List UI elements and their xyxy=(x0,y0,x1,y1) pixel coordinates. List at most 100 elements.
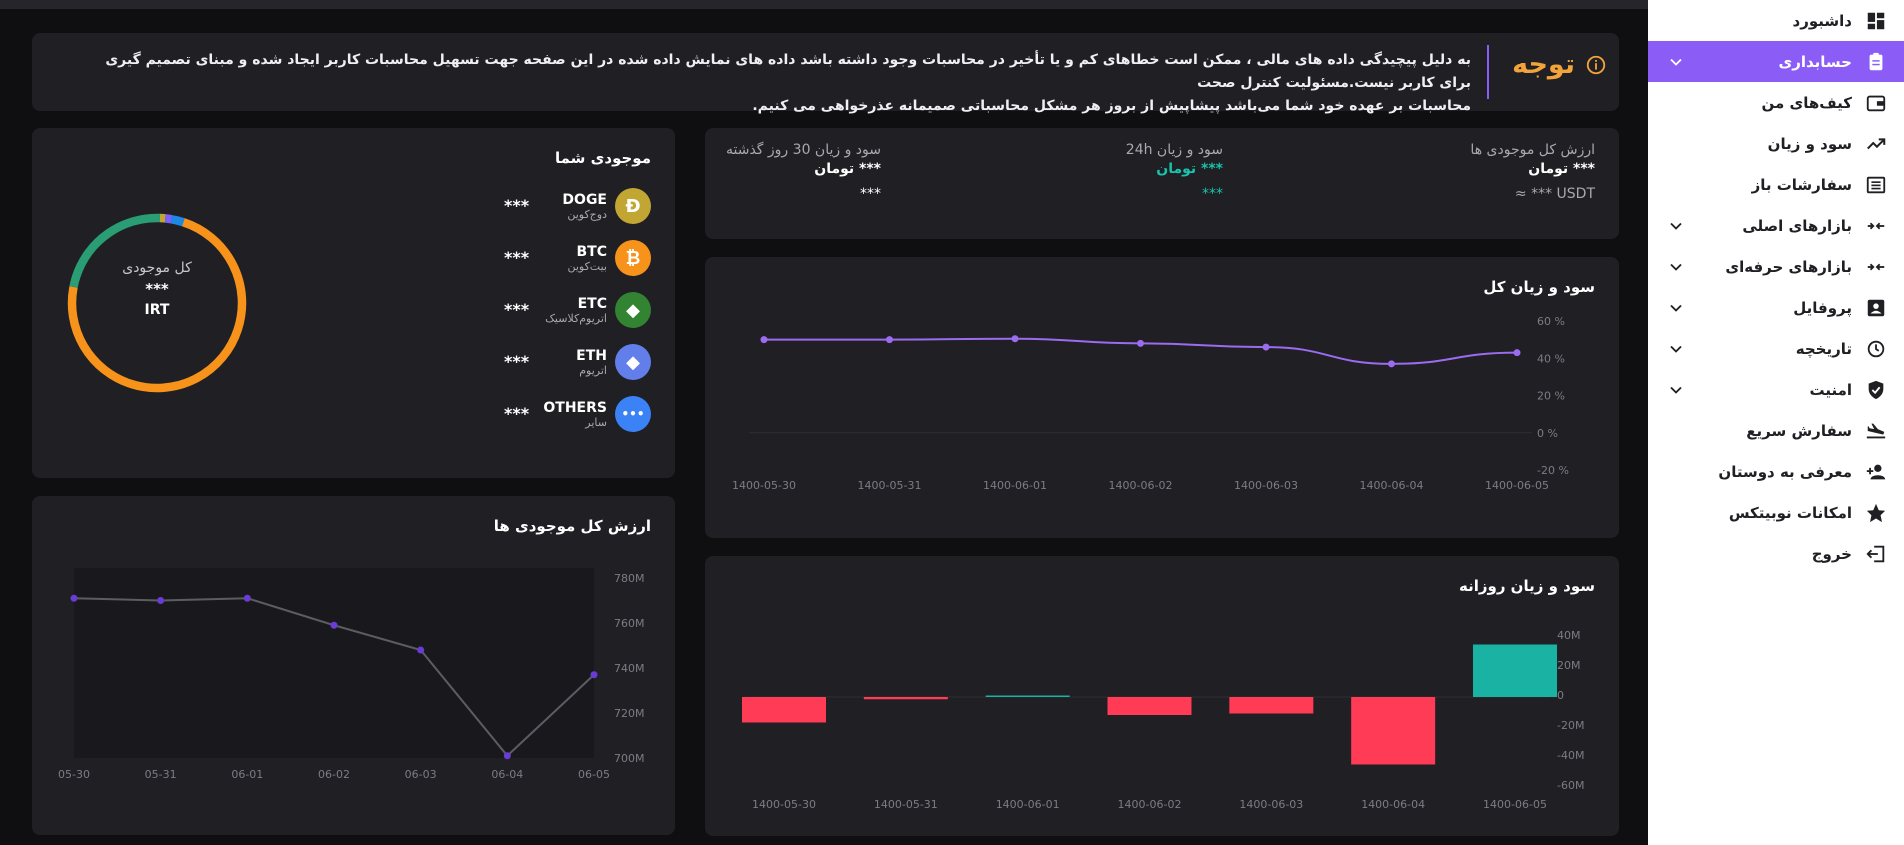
summary-card: ارزش کل موجودی ها *** تومان USDT *** ≈ س… xyxy=(705,128,1619,239)
x-tick-label: 1400-05-31 xyxy=(858,479,922,492)
list-icon xyxy=(1864,173,1888,197)
sidebar-item-8[interactable]: تاریخچه xyxy=(1648,328,1904,369)
bar[interactable] xyxy=(985,695,1070,698)
x-tick-label: 06-04 xyxy=(491,768,523,781)
chevron-down-icon[interactable] xyxy=(1666,298,1686,318)
donut-center-unit: IRT xyxy=(144,302,170,318)
coin-amount: *** xyxy=(504,404,530,423)
sidebar-item-12[interactable]: امکانات نوبیتکس xyxy=(1648,492,1904,533)
x-tick-label: 05-31 xyxy=(145,768,177,781)
coin-symbol: BTC xyxy=(576,243,608,260)
data-point[interactable] xyxy=(330,621,338,629)
x-tick-label: 1400-05-30 xyxy=(732,479,796,492)
bar[interactable] xyxy=(742,697,826,723)
sidebar-item-7[interactable]: پروفایل xyxy=(1648,287,1904,328)
data-point[interactable] xyxy=(760,336,768,344)
sidebar-item-0[interactable]: داشبورد xyxy=(1648,0,1904,41)
x-tick-label: 06-01 xyxy=(231,768,263,781)
total-value-chart: 780M 760M 740M 720M 700M 05-30 05-31 06-01 06-02… xyxy=(58,568,645,781)
sidebar-item-9[interactable]: امنیت xyxy=(1648,369,1904,410)
chevron-down-icon[interactable] xyxy=(1666,216,1686,236)
flight-icon xyxy=(1864,419,1888,443)
sidebar-item-10[interactable]: سفارش سریع xyxy=(1648,410,1904,451)
bitcoin-icon: ₿ xyxy=(615,240,651,276)
sidebar-item-11[interactable]: معرفی به دوستان xyxy=(1648,451,1904,492)
sidebar: داشبورد حسابداری کیف‌های من سود و زیان سفارش… xyxy=(1648,0,1904,845)
y-tick-label: -20 % xyxy=(1537,464,1569,477)
y-tick-label: 60 % xyxy=(1537,315,1565,328)
coin-symbol: DOGE xyxy=(562,191,607,208)
trending-up-icon xyxy=(1864,132,1888,156)
sidebar-item-label: بازارهای اصلی xyxy=(1742,216,1852,235)
sidebar-item-label: سفارش سریع xyxy=(1746,421,1852,440)
y-tick-label: -20M xyxy=(1557,719,1584,732)
data-point[interactable] xyxy=(70,594,78,602)
bar[interactable] xyxy=(1229,697,1314,714)
x-tick-label: 1400-05-30 xyxy=(752,798,816,811)
notice-line-1: به دلیل پیچیدگی داده های مالی ، ممکن است… xyxy=(105,52,1471,91)
coin-amount: *** xyxy=(504,196,530,215)
donut-center-value: *** xyxy=(145,280,169,298)
notice-line-2: محاسبات بر عهده خود شما می‌باشد پیشاپیش … xyxy=(752,98,1471,114)
doge-icon: Ð xyxy=(615,188,651,224)
chevron-down-icon[interactable] xyxy=(1666,339,1686,359)
sidebar-item-5[interactable]: بازارهای اصلی xyxy=(1648,205,1904,246)
data-point[interactable] xyxy=(1011,335,1019,343)
total-value-amount: *** تومان xyxy=(1528,161,1595,177)
sidebar-item-13[interactable]: خروج xyxy=(1648,533,1904,574)
sidebar-item-1[interactable]: حسابداری xyxy=(1648,41,1904,82)
data-point[interactable] xyxy=(886,336,893,344)
logout-icon xyxy=(1864,542,1888,566)
bar[interactable] xyxy=(1107,697,1192,715)
data-point[interactable] xyxy=(590,671,598,679)
bar[interactable] xyxy=(1473,644,1557,698)
x-tick-label: 06-03 xyxy=(405,768,437,781)
x-tick-label: 1400-06-04 xyxy=(1361,798,1425,811)
notice-header: توجه xyxy=(1512,49,1607,80)
info-icon xyxy=(1586,55,1606,74)
shield-icon xyxy=(1864,378,1888,402)
data-point[interactable] xyxy=(243,594,251,602)
data-point[interactable] xyxy=(1513,349,1521,357)
total-pnl-card: سود و زیان کل 60 % 40 % 20 % 0 % -20 % 1400-0… xyxy=(705,257,1619,538)
coin-amount: *** xyxy=(504,352,530,371)
y-tick-label: -60M xyxy=(1557,779,1584,792)
x-tick-label: 06-02 xyxy=(318,768,350,781)
x-tick-label: 1400-06-01 xyxy=(983,479,1047,492)
pnl-30d-label: سود و زیان 30 روز گذشته xyxy=(725,142,881,158)
sidebar-item-label: امنیت xyxy=(1809,380,1852,399)
data-point[interactable] xyxy=(503,752,511,760)
chevron-down-icon[interactable] xyxy=(1666,380,1686,400)
y-tick-label: 740M xyxy=(614,662,645,675)
bar[interactable] xyxy=(1351,697,1436,765)
data-point[interactable] xyxy=(1262,343,1270,351)
chevron-down-icon[interactable] xyxy=(1666,52,1686,72)
sidebar-item-6[interactable]: بازارهای حرفه‌ای xyxy=(1648,246,1904,287)
top-bar xyxy=(0,0,1648,9)
data-point[interactable] xyxy=(157,597,165,604)
sidebar-item-2[interactable]: کیف‌های من xyxy=(1648,82,1904,123)
x-tick-label: 1400-05-31 xyxy=(874,798,938,811)
pnl-24h-amount: *** تومان xyxy=(1156,161,1223,177)
bar[interactable] xyxy=(863,697,948,700)
holdings-card: موجودی شما Ð DOGE دوج‌کوین *** ₿ BTC بیت‌کوین *… xyxy=(32,128,675,478)
chevron-down-icon[interactable] xyxy=(1666,257,1686,277)
daily-pnl-card: سود و زیان روزانه 40M 20M 0 -20M -40M -60M 140… xyxy=(705,556,1619,836)
holdings-title: موجودی شما xyxy=(554,149,651,167)
sidebar-item-label: پروفایل xyxy=(1793,298,1852,317)
sidebar-item-label: کیف‌های من xyxy=(1761,93,1853,112)
data-point[interactable] xyxy=(417,646,425,654)
exchange-icon xyxy=(1864,255,1888,279)
sidebar-item-4[interactable]: سفارشات باز xyxy=(1648,164,1904,205)
total-value-summary: ارزش کل موجودی ها *** تومان USDT *** ≈ xyxy=(1470,142,1595,202)
data-point[interactable] xyxy=(1388,360,1395,368)
notice-banner: توجه به دلیل پیچیدگی داده های مالی ، ممک… xyxy=(32,33,1619,114)
sidebar-item-3[interactable]: سود و زیان xyxy=(1648,123,1904,164)
sidebar-item-label: داشبورد xyxy=(1792,11,1852,30)
clipboard-icon xyxy=(1864,50,1888,74)
y-tick-label: -40M xyxy=(1557,749,1584,762)
x-tick-label: 1400-06-03 xyxy=(1234,479,1298,492)
coin-amount: *** xyxy=(504,248,530,267)
y-tick-label: 720M xyxy=(614,707,645,720)
data-point[interactable] xyxy=(1137,339,1144,347)
